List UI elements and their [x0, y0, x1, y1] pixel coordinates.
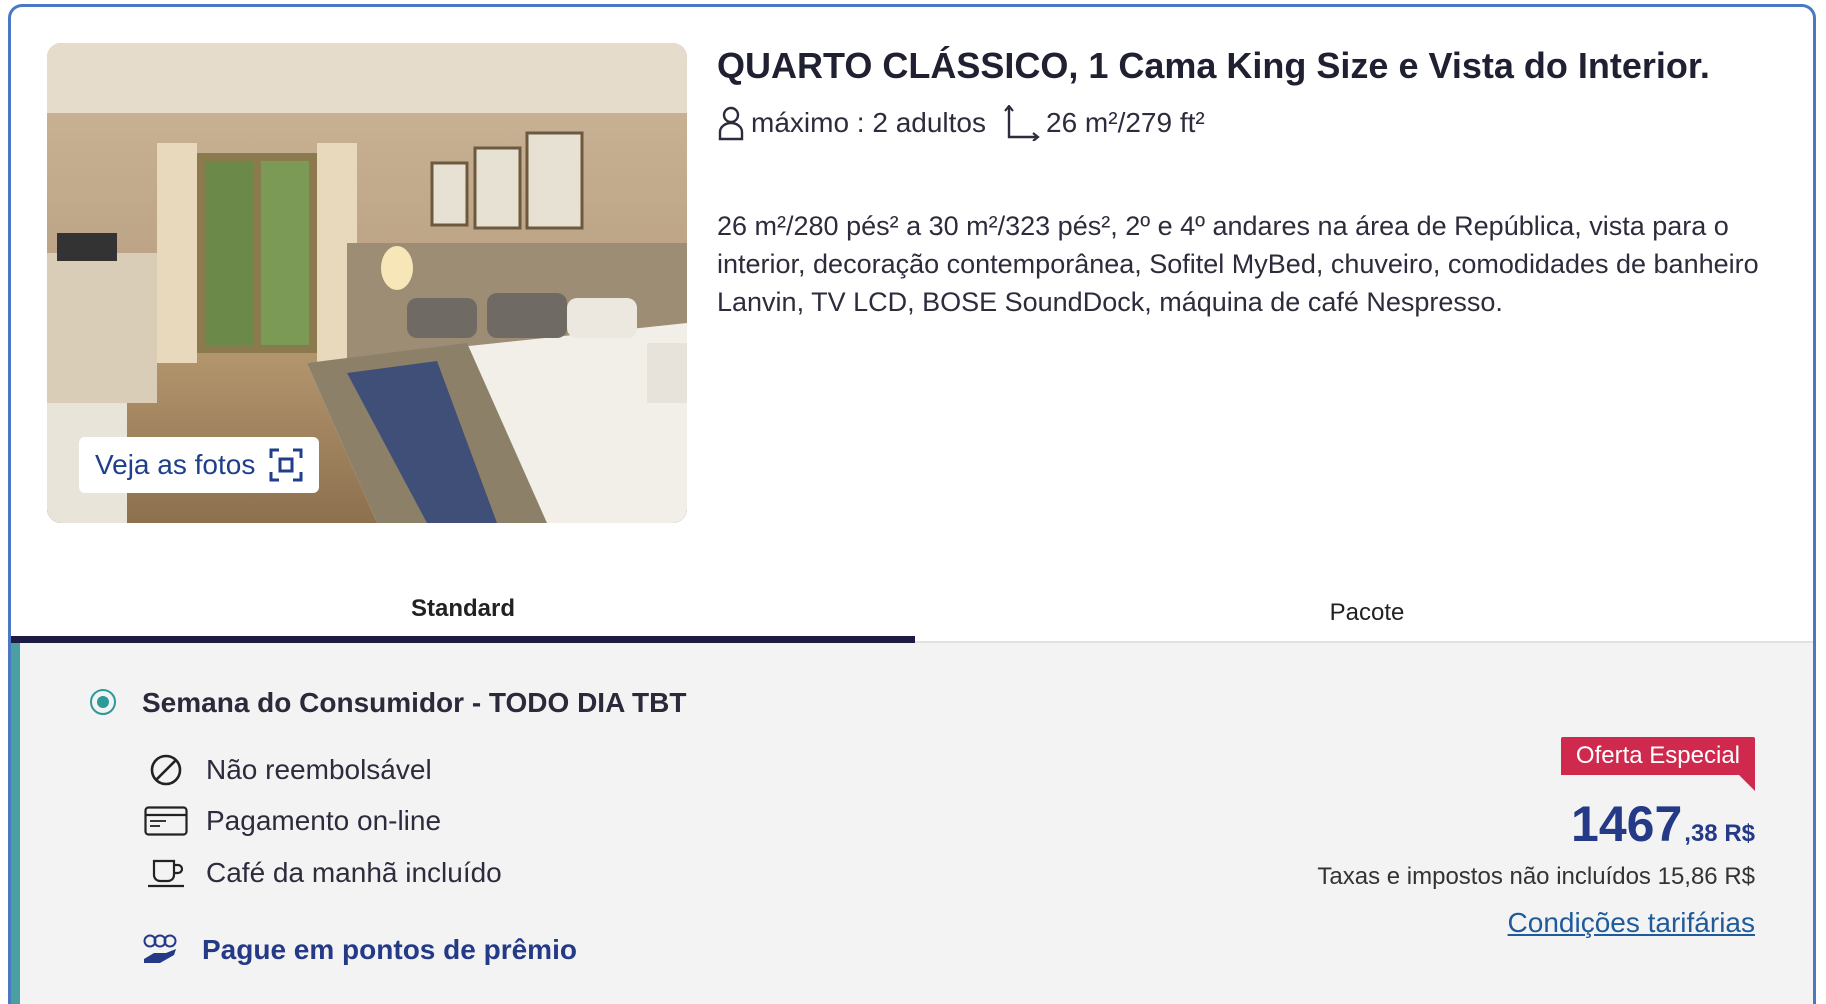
fullscreen-icon — [269, 448, 303, 482]
view-photos-label: Veja as fotos — [95, 449, 256, 480]
special-offer-badge: Oferta Especial — [1560, 737, 1755, 775]
tab-pacote[interactable]: Pacote — [915, 595, 1813, 645]
room-card: Veja as fotos QUARTO CLÁSSICO, 1 Cama Ki… — [8, 4, 1816, 1004]
rate-radio[interactable] — [90, 689, 116, 715]
badge-fold — [1739, 775, 1755, 791]
feature-label: Café da manhã incluído — [206, 857, 502, 888]
max-guests-label: máximo : 2 adultos — [751, 107, 986, 138]
reward-points-icon — [143, 934, 177, 963]
credit-card-icon — [144, 806, 188, 836]
room-size-label: 26 m²/279 ft² — [1046, 107, 1205, 138]
max-guests: máximo : 2 adultos — [717, 105, 986, 141]
taxes-note: Taxas e impostos não incluídos 15,86 R$ — [1317, 863, 1755, 890]
room-meta: máximo : 2 adultos 26 m²/279 ft² — [717, 105, 1205, 141]
person-icon — [718, 106, 744, 141]
pay-with-points-link[interactable]: Pague em pontos de prêmio — [142, 933, 577, 967]
view-photos-button[interactable]: Veja as fotos — [79, 437, 320, 493]
no-refund-icon — [150, 754, 182, 786]
room-size: 26 m²/279 ft² — [1004, 105, 1205, 141]
rate-conditions-link[interactable]: Condições tarifárias — [1508, 907, 1755, 939]
room-description: 26 m²/280 pés² a 30 m²/323 pés², 2º e 4º… — [717, 211, 1759, 317]
price-integer: 1467 — [1571, 796, 1683, 852]
room-photo[interactable]: Veja as fotos — [47, 43, 687, 523]
tab-standard[interactable]: Standard — [11, 591, 915, 643]
rate-tabs: Standard Pacote — [11, 591, 1813, 645]
feature-breakfast: Café da manhã incluído — [142, 857, 502, 889]
feature-label: Não reembolsável — [206, 754, 432, 785]
rate-name: Semana do Consumidor - TODO DIA TBT — [142, 687, 687, 718]
pay-with-points-label: Pague em pontos de prêmio — [202, 934, 577, 965]
coffee-cup-icon — [148, 859, 184, 888]
area-icon — [1004, 105, 1040, 141]
feature-non-refundable: Não reembolsável — [142, 753, 432, 787]
price: 1467 ,38 R$ — [1571, 795, 1755, 853]
feature-online-payment: Pagamento on-line — [142, 805, 441, 837]
room-title: QUARTO CLÁSSICO, 1 Cama King Size e Vist… — [717, 45, 1710, 86]
price-decimal: ,38 R$ — [1684, 820, 1755, 847]
feature-label: Pagamento on-line — [206, 805, 442, 836]
rate-offer: Semana do Consumidor - TODO DIA TBT Não … — [11, 643, 1813, 1004]
